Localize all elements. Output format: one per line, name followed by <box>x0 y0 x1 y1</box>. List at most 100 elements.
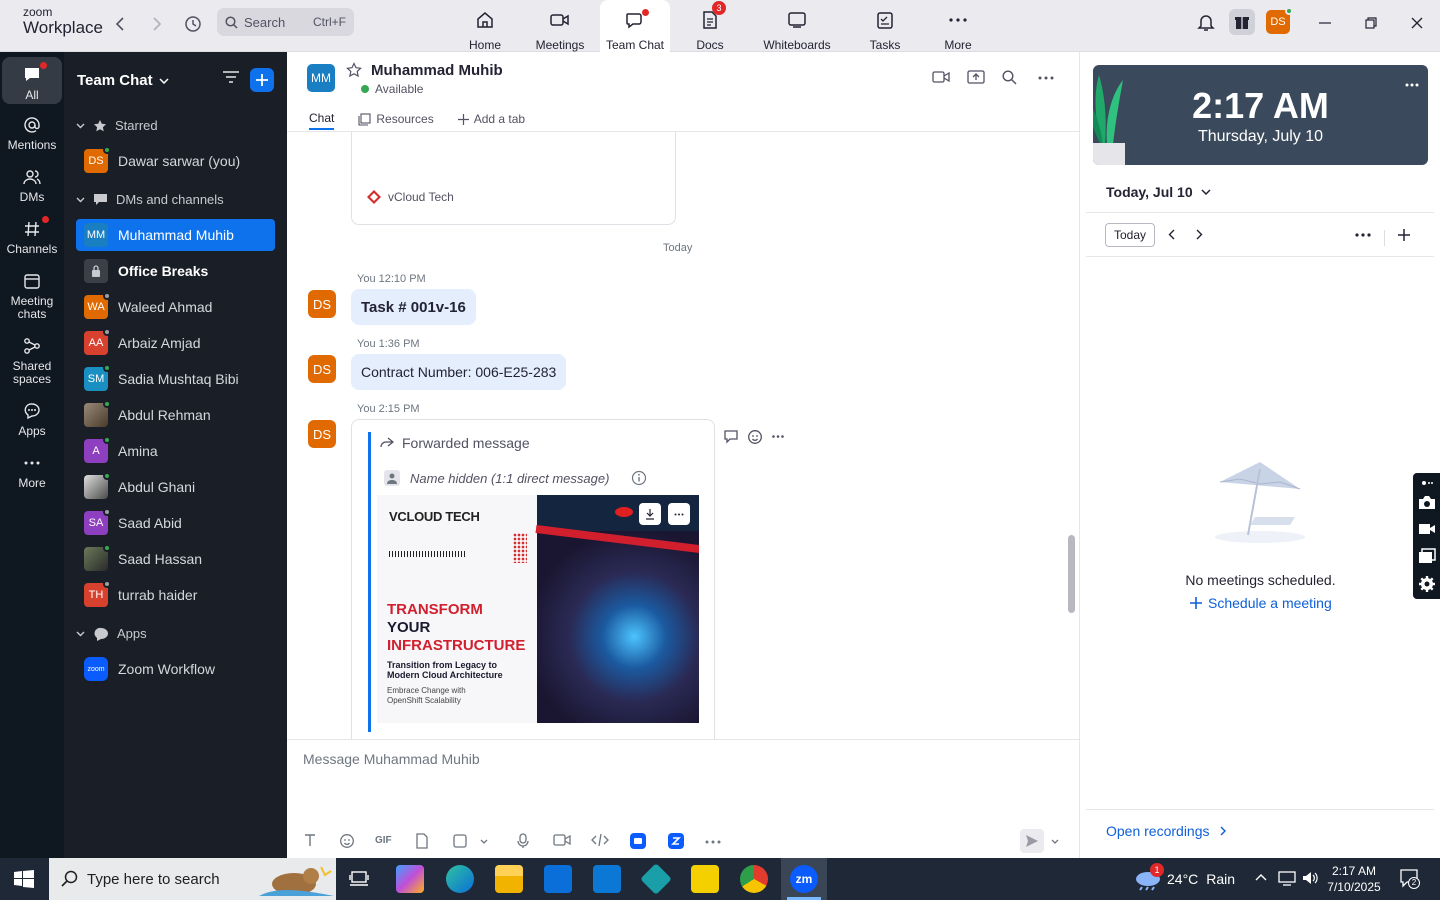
rail-channels[interactable]: Channels <box>2 216 62 256</box>
sticky-notes-icon[interactable] <box>691 865 719 893</box>
app-diamond-icon[interactable] <box>640 863 672 895</box>
more-dots-icon[interactable] <box>705 840 721 844</box>
search-icon[interactable] <box>1002 70 1017 85</box>
more-dots-icon[interactable] <box>1405 83 1419 87</box>
rail-dms[interactable]: DMs <box>2 166 62 204</box>
mail-icon[interactable] <box>593 865 621 893</box>
gear-icon[interactable] <box>1418 575 1436 593</box>
minimize-icon[interactable] <box>1313 12 1337 34</box>
contact-name[interactable]: Muhammad Muhib <box>371 62 503 79</box>
sidebar-item-arbaiz-amjad[interactable]: AA Arbaiz Amjad <box>76 327 275 359</box>
tab-whiteboards[interactable]: Whiteboards <box>757 0 837 52</box>
more-dots-icon[interactable] <box>1355 233 1371 237</box>
new-chat-button[interactable] <box>250 68 274 92</box>
message-more-icon[interactable] <box>772 435 784 438</box>
tab-tasks[interactable]: Tasks <box>860 0 910 52</box>
sidebar-item-waleed-ahmad[interactable]: WA Waleed Ahmad <box>76 291 275 323</box>
contact-avatar[interactable]: MM <box>307 64 335 92</box>
open-recordings-link[interactable]: Open recordings <box>1106 823 1226 839</box>
profile-avatar[interactable]: DS <box>1266 7 1293 34</box>
rail-apps[interactable]: Apps <box>2 400 62 438</box>
day-selector[interactable]: Today, Jul 10 <box>1106 184 1211 200</box>
code-snippet-icon[interactable] <box>591 833 609 847</box>
rail-shared-spaces[interactable]: Shared spaces <box>2 335 62 386</box>
sidebar-item-abdul-rehman[interactable]: Abdul Rehman <box>76 399 275 431</box>
close-icon[interactable] <box>1405 12 1429 34</box>
file-icon[interactable] <box>415 833 429 849</box>
chat-scrollbar[interactable] <box>1068 535 1075 613</box>
video-message-icon[interactable] <box>553 833 571 847</box>
sidebar-item-sadia-mushtaq-bibi[interactable]: SM Sadia Mushtaq Bibi <box>76 363 275 395</box>
star-icon[interactable] <box>346 62 362 78</box>
message-avatar[interactable]: DS <box>308 420 336 448</box>
search-input[interactable]: Search Ctrl+F <box>217 8 354 36</box>
tab-home[interactable]: Home <box>455 0 515 52</box>
message-avatar[interactable]: DS <box>308 355 336 383</box>
taskbar-search[interactable]: Type here to search <box>49 858 336 900</box>
pin-icon[interactable] <box>1421 479 1433 487</box>
rail-mentions[interactable]: Mentions <box>2 114 62 152</box>
tab-meetings[interactable]: Meetings <box>525 0 595 52</box>
sidebar-item-saad-abid[interactable]: SA Saad Abid <box>76 507 275 539</box>
history-icon[interactable] <box>181 12 205 36</box>
tab-add[interactable]: Add a tab <box>457 108 525 130</box>
add-event-icon[interactable] <box>1398 229 1410 241</box>
message-bubble[interactable]: Task # 001v-16 <box>351 289 476 325</box>
sidebar-title[interactable]: Team Chat <box>77 72 169 89</box>
gif-icon[interactable]: GIF <box>375 835 392 846</box>
text-format-icon[interactable] <box>303 833 317 847</box>
reply-thread-icon[interactable] <box>723 430 739 444</box>
sidebar-item-office-breaks[interactable]: Office Breaks <box>76 255 275 287</box>
message-avatar[interactable]: DS <box>308 290 336 318</box>
chevron-down-icon[interactable] <box>1051 839 1059 844</box>
chevron-up-icon[interactable] <box>1255 874 1267 881</box>
camera-icon[interactable] <box>1418 495 1436 510</box>
share-screen-icon[interactable] <box>967 70 985 85</box>
zoom-taskbar-button[interactable]: zm <box>781 858 827 900</box>
gift-icon[interactable] <box>1229 9 1255 35</box>
copilot-icon[interactable] <box>396 865 424 893</box>
rail-meeting-chats[interactable]: Meeting chats <box>2 270 62 321</box>
file-explorer-icon[interactable] <box>495 865 523 893</box>
sidebar-item-dawar-sarwar[interactable]: DS Dawar sarwar (you) <box>76 145 275 177</box>
rail-more[interactable]: More <box>2 452 62 490</box>
volume-icon[interactable] <box>1301 870 1319 886</box>
screenshot-icon[interactable] <box>452 833 468 849</box>
info-icon[interactable] <box>631 470 647 486</box>
forwarded-message-card[interactable]: Forwarded message Name hidden (1:1 direc… <box>351 419 715 739</box>
notifications-bell-icon[interactable] <box>1194 10 1218 34</box>
emoji-icon[interactable] <box>339 833 355 849</box>
back-arrow-icon[interactable] <box>108 12 132 36</box>
sidebar-item-turrab-haider[interactable]: TH turrab haider <box>76 579 275 611</box>
rail-all[interactable]: All <box>2 57 62 104</box>
shared-image[interactable]: VCLOUD TECH TRANSFORM YOUR INFRASTRUCTUR… <box>377 495 699 723</box>
message-input[interactable]: Message Muhammad Muhib <box>303 751 480 767</box>
add-reaction-icon[interactable] <box>747 429 763 445</box>
next-day-icon[interactable] <box>1196 229 1203 240</box>
microsoft-store-icon[interactable] <box>544 865 572 893</box>
edge-browser-icon[interactable] <box>446 865 474 893</box>
section-dms-channels[interactable]: DMs and channels <box>76 192 224 207</box>
maximize-icon[interactable] <box>1359 12 1383 34</box>
previous-day-icon[interactable] <box>1168 229 1175 240</box>
tab-more[interactable]: More <box>933 0 983 52</box>
more-dots-icon[interactable] <box>1038 76 1054 80</box>
schedule-meeting-link[interactable]: Schedule a meeting <box>1190 595 1332 611</box>
tab-docs[interactable]: 3 Docs <box>680 0 740 52</box>
app-icon-2[interactable] <box>668 833 684 849</box>
weather-icon[interactable]: 1 <box>1134 863 1164 891</box>
previous-link-card[interactable]: vCloud Tech <box>351 132 676 225</box>
weather-readout[interactable]: 24°C Rain <box>1167 871 1235 887</box>
app-icon-1[interactable] <box>630 833 646 849</box>
sidebar-item-zoom-workflow[interactable]: zoom Zoom Workflow <box>76 653 275 685</box>
section-apps[interactable]: Apps <box>76 626 147 641</box>
sidebar-item-amina[interactable]: A Amina <box>76 435 275 467</box>
sidebar-item-saad-hassan[interactable]: Saad Hassan <box>76 543 275 575</box>
today-button[interactable]: Today <box>1105 223 1155 247</box>
window-icon[interactable] <box>1418 548 1436 564</box>
network-icon[interactable] <box>1278 870 1296 886</box>
video-call-icon[interactable] <box>932 70 950 84</box>
sidebar-item-muhammad-muhib[interactable]: MM Muhammad Muhib <box>76 219 275 251</box>
forward-arrow-icon[interactable] <box>145 12 169 36</box>
video-camera-icon[interactable] <box>1418 522 1436 536</box>
